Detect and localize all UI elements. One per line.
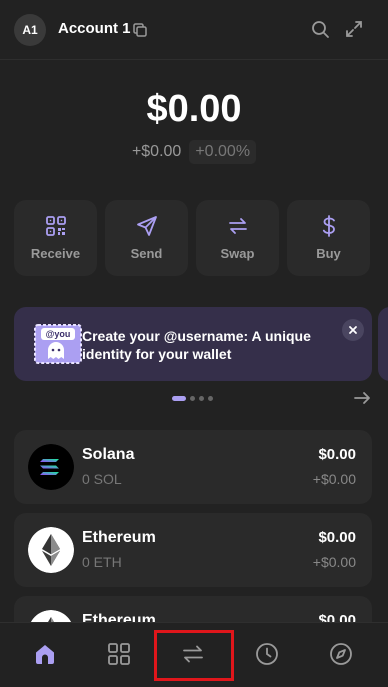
username-badge-text: @you — [46, 329, 71, 339]
send-label: Send — [130, 246, 163, 261]
swap-nav-highlight — [154, 630, 234, 681]
swap-label: Swap — [220, 246, 255, 261]
username-promo-banner[interactable]: @you Create your @username: A unique ide… — [14, 307, 372, 381]
token-change: +$0.00 — [312, 471, 356, 487]
token-change: +$0.00 — [312, 554, 356, 570]
token-amount: 0 ETH — [82, 554, 122, 570]
home-icon — [36, 645, 54, 664]
action-buttons: Receive Send Swap Buy — [14, 200, 370, 276]
next-banner-peek[interactable] — [378, 307, 388, 381]
token-value: $0.00 — [318, 529, 356, 546]
pager-dot[interactable] — [199, 396, 204, 401]
arrow-right-icon[interactable] — [352, 388, 372, 408]
account-name[interactable]: Account 1 — [58, 20, 131, 37]
buy-label: Buy — [316, 246, 341, 261]
search-icon[interactable] — [310, 19, 330, 39]
buy-button[interactable]: Buy — [287, 200, 370, 276]
nav-explore[interactable] — [328, 641, 354, 667]
close-icon — [349, 326, 357, 334]
nav-collectibles[interactable] — [106, 641, 132, 667]
copy-icon[interactable] — [132, 22, 148, 38]
pager-dot[interactable] — [190, 396, 195, 401]
nav-history[interactable] — [254, 641, 280, 667]
clock-icon — [256, 643, 278, 665]
username-badge-icon: @you — [34, 324, 82, 364]
change-percent: +0.00% — [189, 140, 257, 164]
compass-icon — [330, 643, 352, 665]
grid-icon — [108, 643, 130, 665]
banner-text: Create your @username: A unique identity… — [82, 328, 311, 362]
send-icon — [136, 216, 157, 236]
expand-icon[interactable] — [344, 19, 364, 39]
nav-home[interactable] — [32, 641, 58, 667]
token-value: $0.00 — [318, 446, 356, 463]
token-row-ethereum[interactable]: Ethereum 0 ETH $0.00 +$0.00 — [14, 513, 372, 587]
close-banner-button[interactable] — [342, 319, 364, 341]
pager-dot[interactable] — [208, 396, 213, 401]
receive-label: Receive — [30, 246, 81, 261]
pager-dot-active[interactable] — [172, 396, 186, 401]
send-button[interactable]: Send — [105, 200, 188, 276]
receive-button[interactable]: Receive — [14, 200, 97, 276]
header: A1 Account 1 — [0, 0, 388, 60]
dollar-icon — [322, 215, 335, 237]
qr-code-icon — [45, 216, 66, 236]
account-avatar[interactable]: A1 — [14, 14, 46, 46]
total-balance: $0.00 — [146, 88, 242, 130]
swap-button[interactable]: Swap — [196, 200, 279, 276]
token-amount: 0 SOL — [82, 471, 122, 487]
swap-icon — [228, 218, 247, 234]
token-name: Ethereum — [82, 529, 156, 546]
token-row-solana[interactable]: Solana 0 SOL $0.00 +$0.00 — [14, 430, 372, 504]
banner-pager — [172, 396, 213, 401]
balance-change: +$0.00 +0.00% — [0, 140, 388, 164]
change-usd: +$0.00 — [131, 143, 182, 160]
solana-logo-icon — [28, 444, 74, 490]
token-name: Solana — [82, 446, 135, 463]
ethereum-logo-icon — [28, 527, 74, 573]
